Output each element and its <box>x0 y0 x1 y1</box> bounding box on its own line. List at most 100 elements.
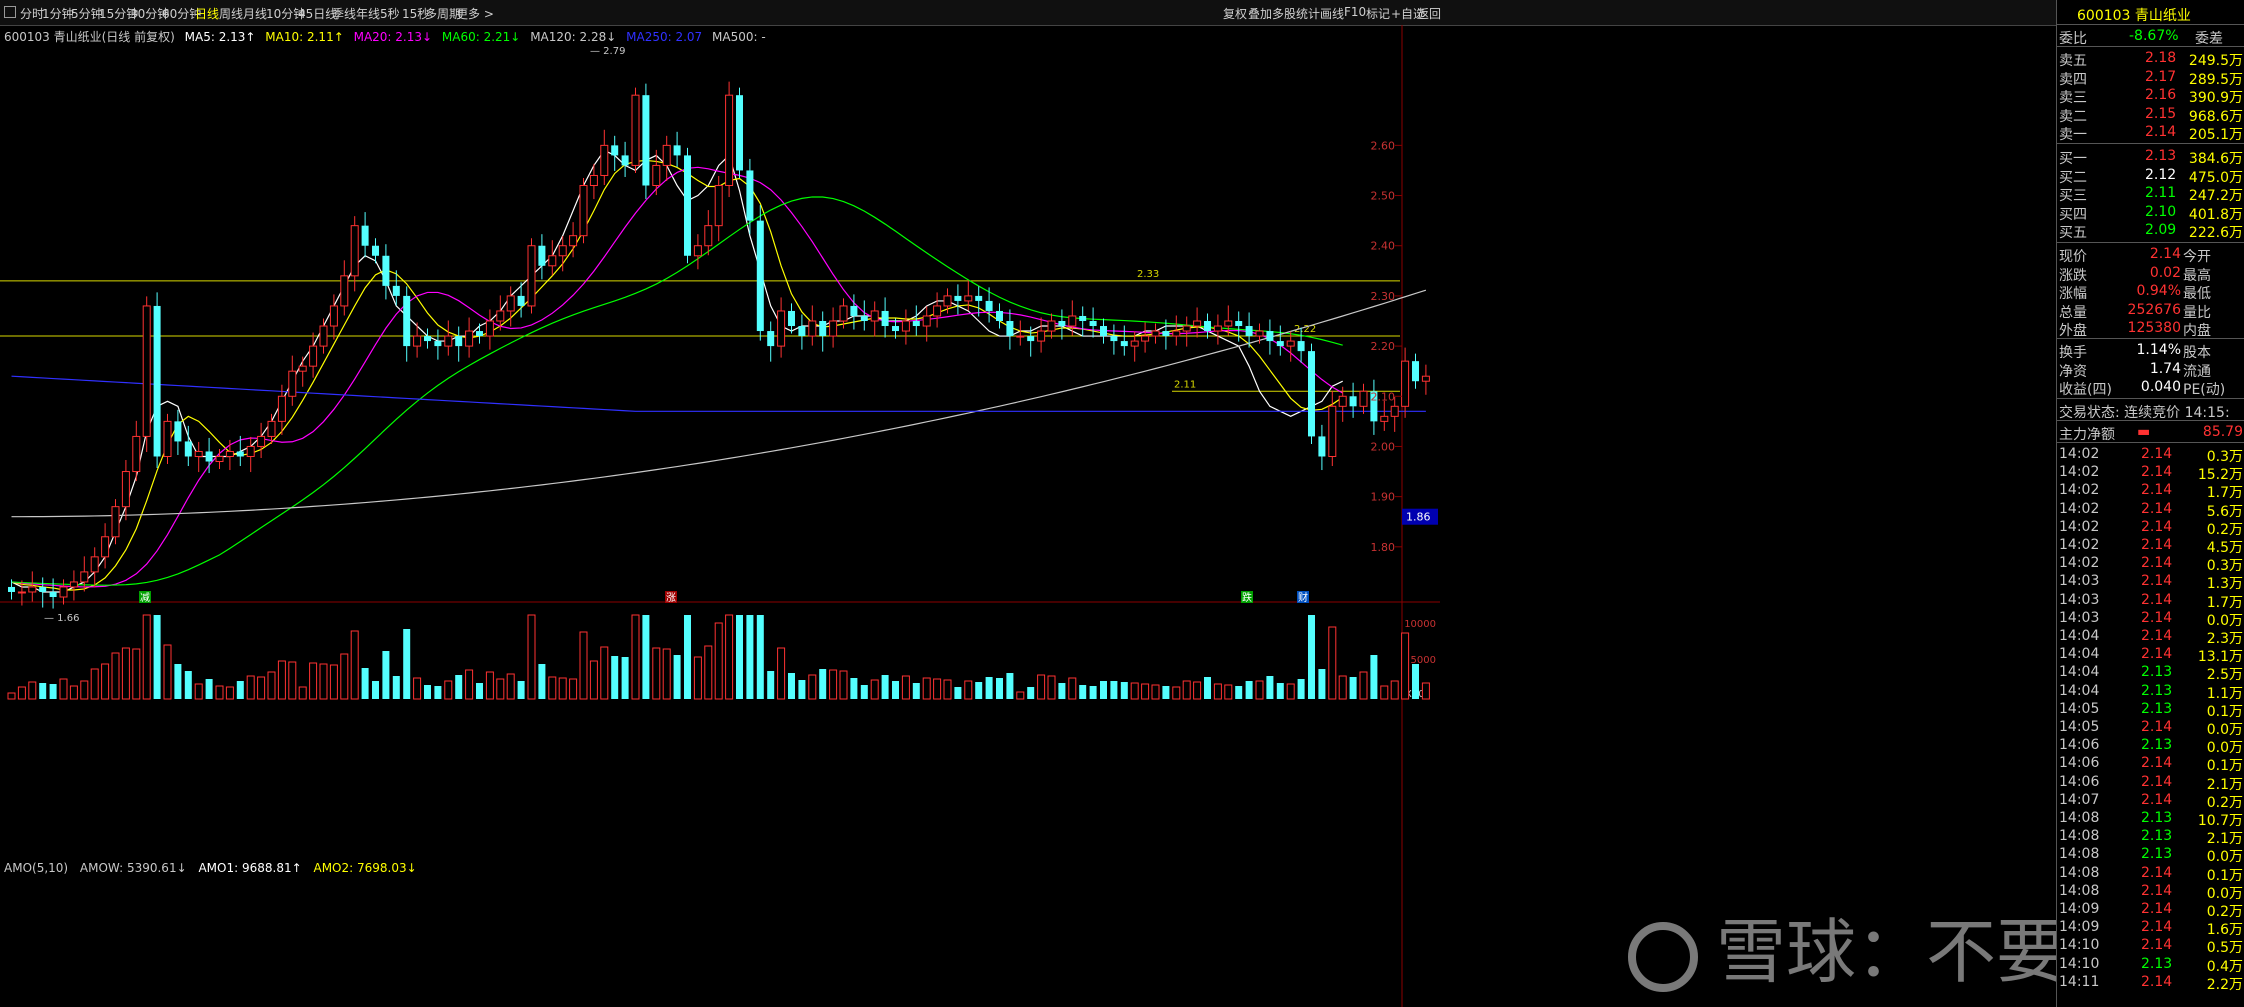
candle[interactable] <box>538 234 546 280</box>
candle[interactable] <box>1235 311 1243 342</box>
candle[interactable] <box>163 413 172 465</box>
candle[interactable] <box>1182 316 1191 347</box>
candle[interactable] <box>870 301 879 337</box>
candle[interactable] <box>736 87 743 178</box>
candle[interactable] <box>80 556 89 592</box>
candle[interactable] <box>1349 382 1357 418</box>
candle[interactable] <box>714 175 723 242</box>
candle[interactable] <box>527 238 536 314</box>
candle[interactable] <box>1110 324 1118 355</box>
period-button-16[interactable]: 更多 > <box>456 5 494 22</box>
candle[interactable] <box>1276 325 1284 356</box>
period-button-2[interactable]: 5分钟 <box>71 5 103 22</box>
candle[interactable] <box>1079 306 1087 337</box>
candle[interactable] <box>631 87 640 173</box>
candle[interactable] <box>548 240 557 276</box>
candle[interactable] <box>382 244 390 300</box>
candle[interactable] <box>684 147 691 264</box>
candle[interactable] <box>1421 364 1430 395</box>
candle[interactable] <box>142 296 151 452</box>
period-button-1[interactable]: 1分钟 <box>42 5 74 22</box>
candle[interactable] <box>1141 322 1150 353</box>
candle[interactable] <box>673 131 681 167</box>
candle[interactable] <box>153 292 161 469</box>
period-button-12[interactable]: 年线 <box>356 5 380 22</box>
candle[interactable] <box>996 303 1003 329</box>
candle[interactable] <box>1047 313 1056 339</box>
menu-icon[interactable] <box>4 6 16 18</box>
candle[interactable] <box>246 436 255 473</box>
candle[interactable] <box>808 305 817 346</box>
candle[interactable] <box>1359 383 1368 414</box>
candle[interactable] <box>59 579 68 605</box>
candle[interactable] <box>1151 323 1160 344</box>
candle[interactable] <box>621 141 629 177</box>
period-button-7[interactable]: 周线 <box>219 5 243 22</box>
candle[interactable] <box>704 210 713 256</box>
candle[interactable] <box>1037 317 1046 353</box>
tool-button-1[interactable]: 叠加 <box>1248 5 1272 22</box>
tool-button-6[interactable]: 标记 <box>1366 5 1390 22</box>
candle[interactable] <box>298 356 307 387</box>
candle[interactable] <box>225 439 234 471</box>
period-button-11[interactable]: 季线 <box>332 5 356 22</box>
candle[interactable] <box>600 129 609 186</box>
candle[interactable] <box>1006 309 1014 350</box>
candle[interactable] <box>662 135 671 181</box>
candle[interactable] <box>1318 424 1326 471</box>
tool-button-4[interactable]: 画线 <box>1320 5 1344 22</box>
candle[interactable] <box>1016 320 1025 346</box>
candle[interactable] <box>819 311 827 352</box>
candle[interactable] <box>485 309 494 350</box>
candle[interactable] <box>101 523 110 569</box>
candle[interactable] <box>403 286 411 362</box>
candle[interactable] <box>611 135 619 171</box>
period-button-6[interactable]: 日线 <box>195 5 219 22</box>
candle[interactable] <box>1058 309 1066 340</box>
tool-button-8[interactable]: 返回 <box>1417 5 1441 22</box>
candle[interactable] <box>693 234 702 270</box>
period-button-0[interactable]: 分时 <box>20 5 44 22</box>
candle[interactable] <box>788 303 795 334</box>
candle[interactable] <box>767 321 775 362</box>
candle[interactable] <box>777 297 786 358</box>
candle[interactable] <box>1412 353 1419 389</box>
candle[interactable] <box>340 260 349 316</box>
candle[interactable] <box>90 547 99 588</box>
candle[interactable] <box>579 177 588 244</box>
candle[interactable] <box>1120 325 1128 356</box>
candle[interactable] <box>69 570 78 601</box>
candle[interactable] <box>725 81 734 198</box>
candle[interactable] <box>455 326 463 362</box>
candle[interactable] <box>1401 347 1410 418</box>
candle[interactable] <box>350 216 359 292</box>
candle[interactable] <box>424 328 431 349</box>
candle[interactable] <box>1380 400 1389 431</box>
candle[interactable] <box>288 355 297 406</box>
candle[interactable] <box>642 83 650 200</box>
candle[interactable] <box>756 205 764 341</box>
candle[interactable] <box>309 332 318 378</box>
candle[interactable] <box>184 425 192 467</box>
tool-button-2[interactable]: 多股 <box>1272 5 1296 22</box>
candle[interactable] <box>444 320 453 356</box>
candle[interactable] <box>465 317 474 358</box>
candle[interactable] <box>1308 343 1315 444</box>
candle[interactable] <box>1266 319 1274 355</box>
candle[interactable] <box>1100 318 1107 344</box>
candle[interactable] <box>829 307 838 348</box>
candle[interactable] <box>132 420 141 482</box>
candle[interactable] <box>881 297 889 338</box>
period-button-8[interactable]: 月线 <box>243 5 267 22</box>
candle[interactable] <box>476 323 483 344</box>
candle[interactable] <box>257 422 266 458</box>
candle[interactable] <box>954 284 962 315</box>
tool-button-0[interactable]: 复权 <box>1223 5 1247 22</box>
period-button-13[interactable]: 5秒 <box>380 5 400 22</box>
candle[interactable] <box>1370 379 1378 435</box>
candle[interactable] <box>933 292 942 328</box>
candle[interactable] <box>361 212 369 258</box>
tool-button-5[interactable]: F10 <box>1344 5 1366 19</box>
candle[interactable] <box>798 314 806 350</box>
tool-button-3[interactable]: 统计 <box>1296 5 1320 22</box>
